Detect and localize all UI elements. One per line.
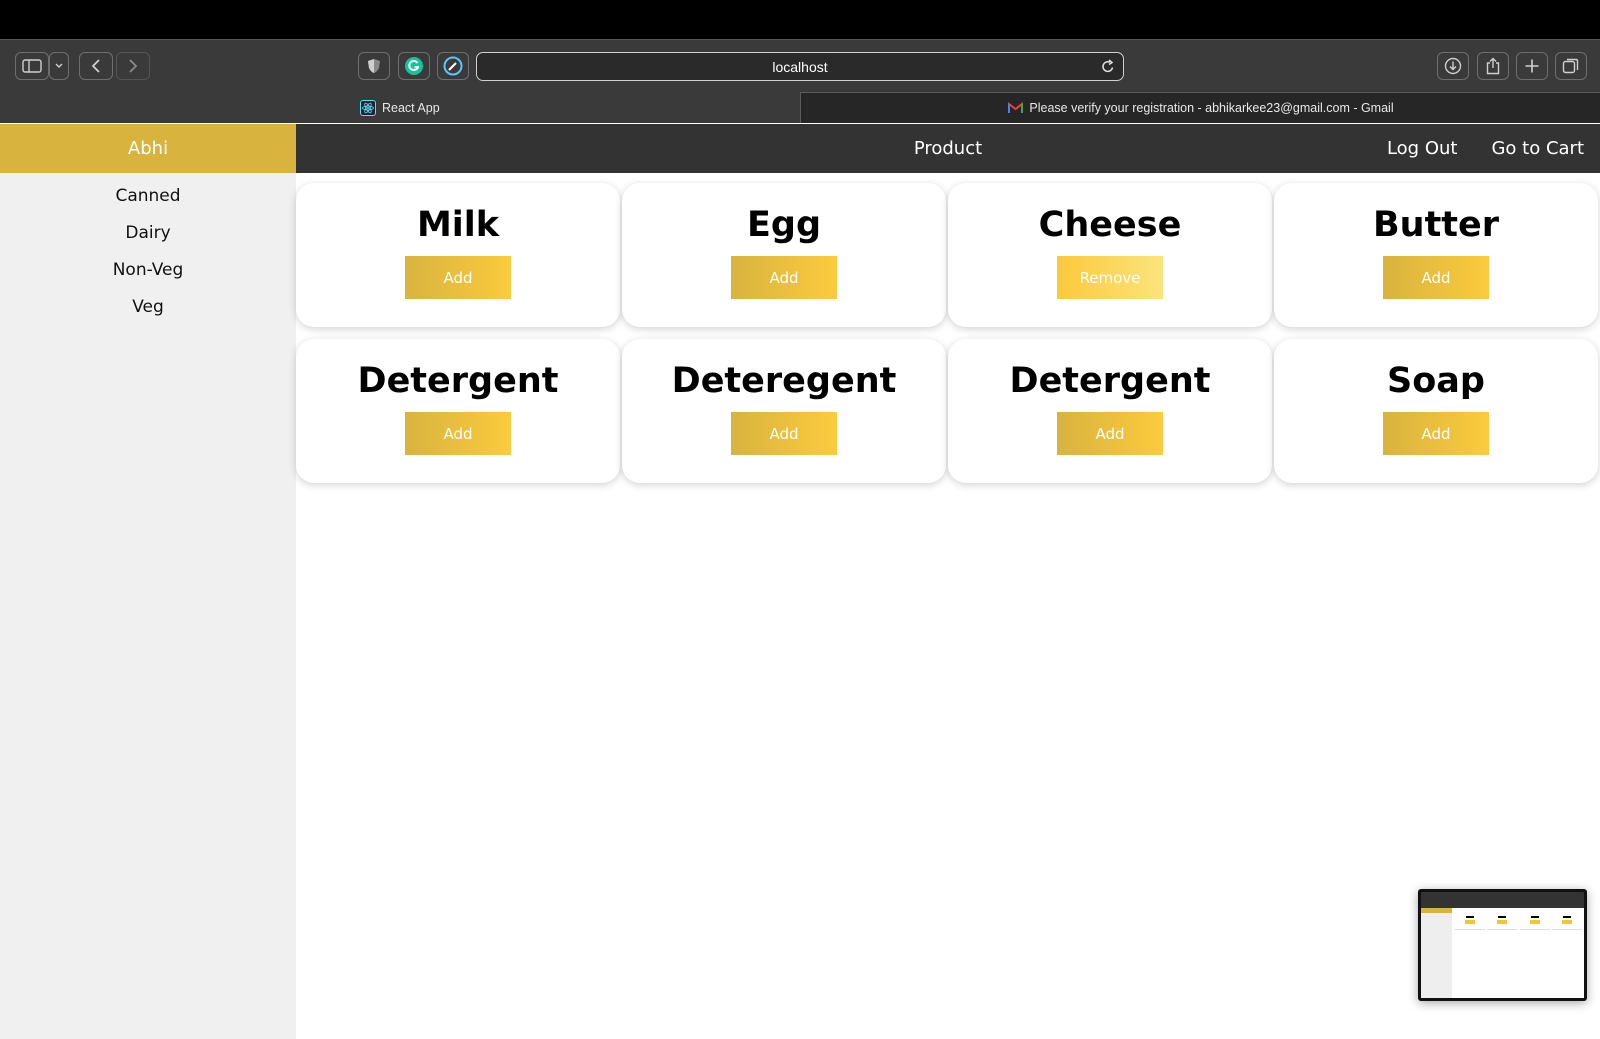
add-button[interactable]: Add	[731, 256, 837, 299]
nav-actions: Log Out Go to Cart	[1387, 124, 1584, 173]
forward-button[interactable]	[116, 52, 150, 80]
product-card: Deteregent Add	[622, 339, 946, 483]
thumbnail-sidebar	[1421, 908, 1452, 998]
privacy-shield-button[interactable]	[358, 52, 390, 80]
thumbnail-card	[1551, 914, 1582, 930]
share-icon	[1486, 57, 1500, 75]
chevron-right-icon	[129, 59, 138, 73]
add-button[interactable]: Add	[405, 412, 511, 455]
product-name: Soap	[1387, 361, 1485, 401]
reload-icon[interactable]	[1101, 59, 1115, 74]
product-card: Butter Add	[1274, 183, 1598, 327]
category-item-dairy[interactable]: Dairy	[0, 214, 296, 251]
url-text: localhost	[772, 58, 828, 75]
tab-bar: React App Please verify your registratio…	[0, 92, 1600, 123]
thumbnail-card	[1455, 914, 1485, 930]
logout-link[interactable]: Log Out	[1387, 138, 1458, 159]
tab-react-app[interactable]: React App	[0, 92, 800, 123]
product-card: Milk Add	[296, 183, 620, 327]
tab-overview-button[interactable]	[1555, 52, 1587, 80]
product-name: Detergent	[357, 361, 559, 401]
thumbnail-cards	[1455, 914, 1582, 930]
shield-icon	[368, 59, 380, 73]
plus-icon	[1525, 59, 1539, 73]
category-item-veg[interactable]: Veg	[0, 288, 296, 325]
tabs-overview-icon	[1562, 58, 1579, 74]
add-button[interactable]: Add	[731, 412, 837, 455]
product-name: Cheese	[1038, 205, 1182, 245]
product-card: Egg Add	[622, 183, 946, 327]
sidebar-toggle-button[interactable]	[15, 52, 49, 80]
download-icon	[1444, 57, 1462, 75]
react-icon	[360, 99, 376, 116]
category-list: Canned Dairy Non-Veg Veg	[0, 173, 296, 325]
chevron-left-icon	[91, 59, 100, 73]
tab-title: Please verify your registration - abhika…	[1029, 101, 1394, 115]
product-name: Deteregent	[671, 361, 897, 401]
add-button[interactable]: Add	[1057, 412, 1163, 455]
category-item-canned[interactable]: Canned	[0, 177, 296, 214]
product-name: Egg	[746, 205, 822, 245]
browser-toolbar: localhost	[0, 39, 1600, 92]
screenshot-thumbnail[interactable]	[1418, 889, 1587, 1001]
gmail-icon	[1007, 100, 1023, 116]
grammarly-extension-button[interactable]	[398, 52, 430, 80]
product-card: Cheese Remove	[948, 183, 1272, 327]
product-card: Detergent Add	[296, 339, 620, 483]
thumbnail-chrome	[1421, 892, 1584, 908]
product-card: Soap Add	[1274, 339, 1598, 483]
category-item-non-veg[interactable]: Non-Veg	[0, 251, 296, 288]
tab-title: React App	[382, 100, 440, 115]
grammarly-icon	[405, 57, 423, 75]
sidebar-icon	[22, 59, 42, 73]
user-name[interactable]: Abhi	[0, 124, 296, 173]
add-button[interactable]: Add	[1383, 412, 1489, 455]
sidebar: Abhi Canned Dairy Non-Veg Veg	[0, 124, 296, 1039]
screen: localhost React App Please verify your r…	[0, 0, 1600, 1039]
go-to-cart-link[interactable]: Go to Cart	[1491, 138, 1584, 159]
remove-button[interactable]: Remove	[1057, 256, 1163, 299]
browser-window: localhost React App Please verify your r…	[0, 39, 1600, 1039]
product-grid: Milk Add Egg Add Cheese Remove Butter Ad…	[296, 183, 1600, 483]
share-button[interactable]	[1477, 52, 1509, 80]
product-name: Milk	[416, 205, 500, 245]
product-name: Butter	[1372, 205, 1500, 245]
compass-extension-button[interactable]	[437, 52, 469, 80]
add-button[interactable]: Add	[405, 256, 511, 299]
sidebar-menu-button[interactable]	[49, 52, 69, 80]
product-name: Detergent	[1009, 361, 1211, 401]
top-nav: Product Log Out Go to Cart	[296, 124, 1600, 173]
chevron-down-icon	[55, 63, 63, 68]
thumbnail-card	[1519, 914, 1550, 930]
add-button[interactable]: Add	[1383, 256, 1489, 299]
app-root: Abhi Canned Dairy Non-Veg Veg Product Lo…	[0, 124, 1600, 1039]
new-tab-button[interactable]	[1516, 52, 1548, 80]
back-button[interactable]	[79, 52, 113, 80]
thumbnail-card	[1487, 914, 1518, 930]
address-bar[interactable]: localhost	[476, 52, 1124, 81]
tab-gmail[interactable]: Please verify your registration - abhika…	[800, 92, 1600, 123]
product-card: Detergent Add	[948, 339, 1272, 483]
compass-icon	[443, 56, 463, 76]
downloads-button[interactable]	[1437, 52, 1469, 80]
